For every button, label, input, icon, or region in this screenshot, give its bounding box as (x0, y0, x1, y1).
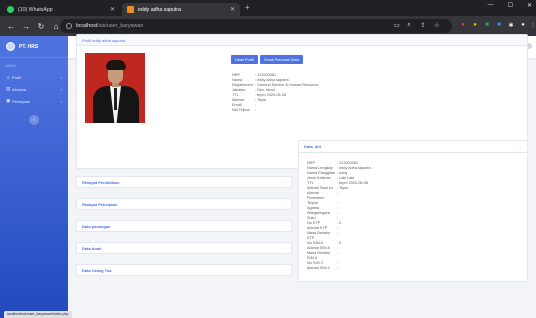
accordion-title: Data Anak (82, 245, 102, 251)
detail-row: Nel Telpon: (232, 108, 319, 113)
profile-card-title: Profil eddy adha saputra (77, 35, 527, 46)
detail-key: Alamat Permanen (307, 191, 325, 200)
edit-profile-button[interactable]: Ubah Profil (231, 55, 258, 64)
detail-row: Alamat Permanen: (307, 191, 371, 201)
tab-title: eddy adha saputra (138, 6, 181, 13)
sidebar-item-label: Pekerjaan (12, 98, 31, 104)
sidebar-item-absensi[interactable]: ▤ Absensi › (0, 83, 68, 95)
sidebar-item-profil[interactable]: ☺ Profil › (0, 71, 68, 83)
detail-value: : (337, 251, 339, 255)
extension-icon[interactable]: ■ (494, 20, 504, 30)
accordion-title: Data pasangan (82, 223, 111, 229)
close-tab-icon[interactable]: ✕ (230, 6, 235, 13)
accordion-data-orang-tua[interactable]: Data Orang Tua › (76, 264, 292, 276)
profile-photo (85, 53, 145, 123)
tab-title: (10) WhatsApp (18, 6, 53, 13)
maximize-icon[interactable]: ☐ (508, 2, 513, 9)
new-tab-icon[interactable]: + (245, 3, 250, 12)
accordion-title: Riwayat Pendidikan (82, 179, 120, 185)
sidebar: PT. HRS MENU ☺ Profil › ▤ Absensi › ▣ Pe… (0, 36, 68, 318)
sidebar-item-label: Profil (12, 74, 22, 80)
detail-key: Nel Telpon (232, 108, 250, 112)
brand-name: PT. HRS (19, 43, 39, 50)
browser-tab-whatsapp[interactable]: (10) WhatsApp ✕ (2, 3, 120, 16)
brand[interactable]: PT. HRS (0, 36, 68, 58)
data-diri-title: Data_diri (304, 144, 322, 149)
chevron-right-icon: › (284, 179, 286, 185)
share-icon[interactable]: ⇪ (418, 20, 428, 30)
detail-row: Masa Berlaku SIM A: (307, 251, 371, 261)
browser-toolbar: ← → ↻ ⌂ localhost/sis/user_karyawan (0, 16, 536, 36)
accordion-riwayat-pendidikan[interactable]: Riwayat Pendidikan › (76, 176, 292, 188)
data-diri-details: NRP: 123200081 Nama Lengkap: eddy adha sa… (307, 161, 371, 271)
info-icon[interactable] (66, 23, 72, 29)
detail-value: : Tepm (255, 98, 267, 102)
bookmark-star-icon[interactable]: ☆ (432, 20, 442, 30)
accordion-data-anak[interactable]: Data Anak › (76, 242, 292, 254)
detail-row: Masa Berlaku KTP: (307, 231, 371, 241)
window-controls: — ☐ ✕ (488, 2, 532, 9)
accordion-title: Riwayat Pekerjaan (82, 201, 118, 207)
close-tab-icon[interactable]: ✕ (110, 6, 115, 13)
home-icon[interactable]: ⌂ (52, 22, 60, 31)
url-path: /sis/user_karyawan (97, 23, 144, 29)
close-window-icon[interactable]: ✕ (527, 2, 532, 9)
detail-value: : Tepm (337, 186, 349, 190)
chevron-right-icon: › (60, 86, 62, 92)
sidebar-heading: MENU (6, 64, 16, 68)
browser-tab-active[interactable]: eddy adha saputra ✕ (122, 3, 240, 16)
detail-key: Masa Berlaku SIM A (307, 251, 331, 260)
zoom-icon[interactable]: ⌕ (404, 20, 414, 30)
back-icon[interactable]: ← (7, 22, 15, 31)
chevron-right-icon: › (60, 98, 62, 104)
extension-icon[interactable]: ■ (482, 20, 492, 30)
chevron-right-icon: › (284, 201, 286, 207)
chevron-right-icon: › (284, 245, 286, 251)
chevron-right-icon: › (284, 267, 286, 273)
detail-key: Alamat SIM C (307, 266, 331, 270)
data-diri-header[interactable]: Data_diri ⌄ (299, 141, 527, 153)
reload-icon[interactable]: ↻ (37, 22, 45, 31)
site-icon (127, 6, 134, 13)
detail-value: : (337, 231, 339, 235)
status-bar-url: localhost/sis/user_karyawan/index.php (4, 311, 72, 318)
extension-icon[interactable]: ● (458, 20, 468, 30)
sidebar-item-pekerjaan[interactable]: ▣ Pekerjaan › (0, 95, 68, 107)
accordion-data-pasangan[interactable]: Data pasangan › (76, 220, 292, 232)
chevron-right-icon: › (60, 74, 62, 80)
sidebar-item-label: Absensi (12, 86, 27, 92)
browser-tabstrip: (10) WhatsApp ✕ eddy adha saputra ✕ + — … (0, 0, 536, 16)
chevron-right-icon: › (284, 223, 286, 229)
logo-icon (6, 42, 15, 51)
forward-icon[interactable]: → (22, 22, 30, 31)
detail-key: Masa Berlaku KTP (307, 231, 331, 240)
profile-details: NRP: 123200081 Nama: eddy adha saputra D… (232, 73, 319, 113)
accordion-title: Data Orang Tua (82, 267, 112, 273)
extensions-puzzle-icon[interactable]: ✱ (506, 20, 516, 30)
sidebar-toggle-button[interactable]: ‹ (29, 115, 39, 125)
accordion-riwayat-pekerjaan[interactable]: Riwayat Pekerjaan › (76, 198, 292, 210)
detail-value: : (337, 266, 339, 270)
cast-icon[interactable]: ▭ (392, 20, 402, 30)
print-personal-data-button[interactable]: Cetak Personal Data (259, 55, 303, 64)
minimize-icon[interactable]: — (488, 2, 494, 9)
profile-actions: Ubah Profil Cetak Personal Data (231, 55, 303, 64)
profile-icon[interactable]: ● (518, 20, 528, 30)
detail-value: : (255, 108, 257, 112)
chevron-down-icon: ⌄ (518, 144, 522, 149)
detail-row: Alamat SIM C: (307, 266, 371, 271)
data-diri-card: Data_diri ⌄ NRP: 123200081 Nama Lengkap: … (298, 140, 528, 282)
extension-icon[interactable]: ● (470, 20, 480, 30)
kebab-menu-icon[interactable]: ⋮ (528, 20, 536, 30)
detail-value: : (337, 191, 339, 195)
whatsapp-icon (7, 6, 14, 13)
url-host: localhost (76, 23, 98, 29)
